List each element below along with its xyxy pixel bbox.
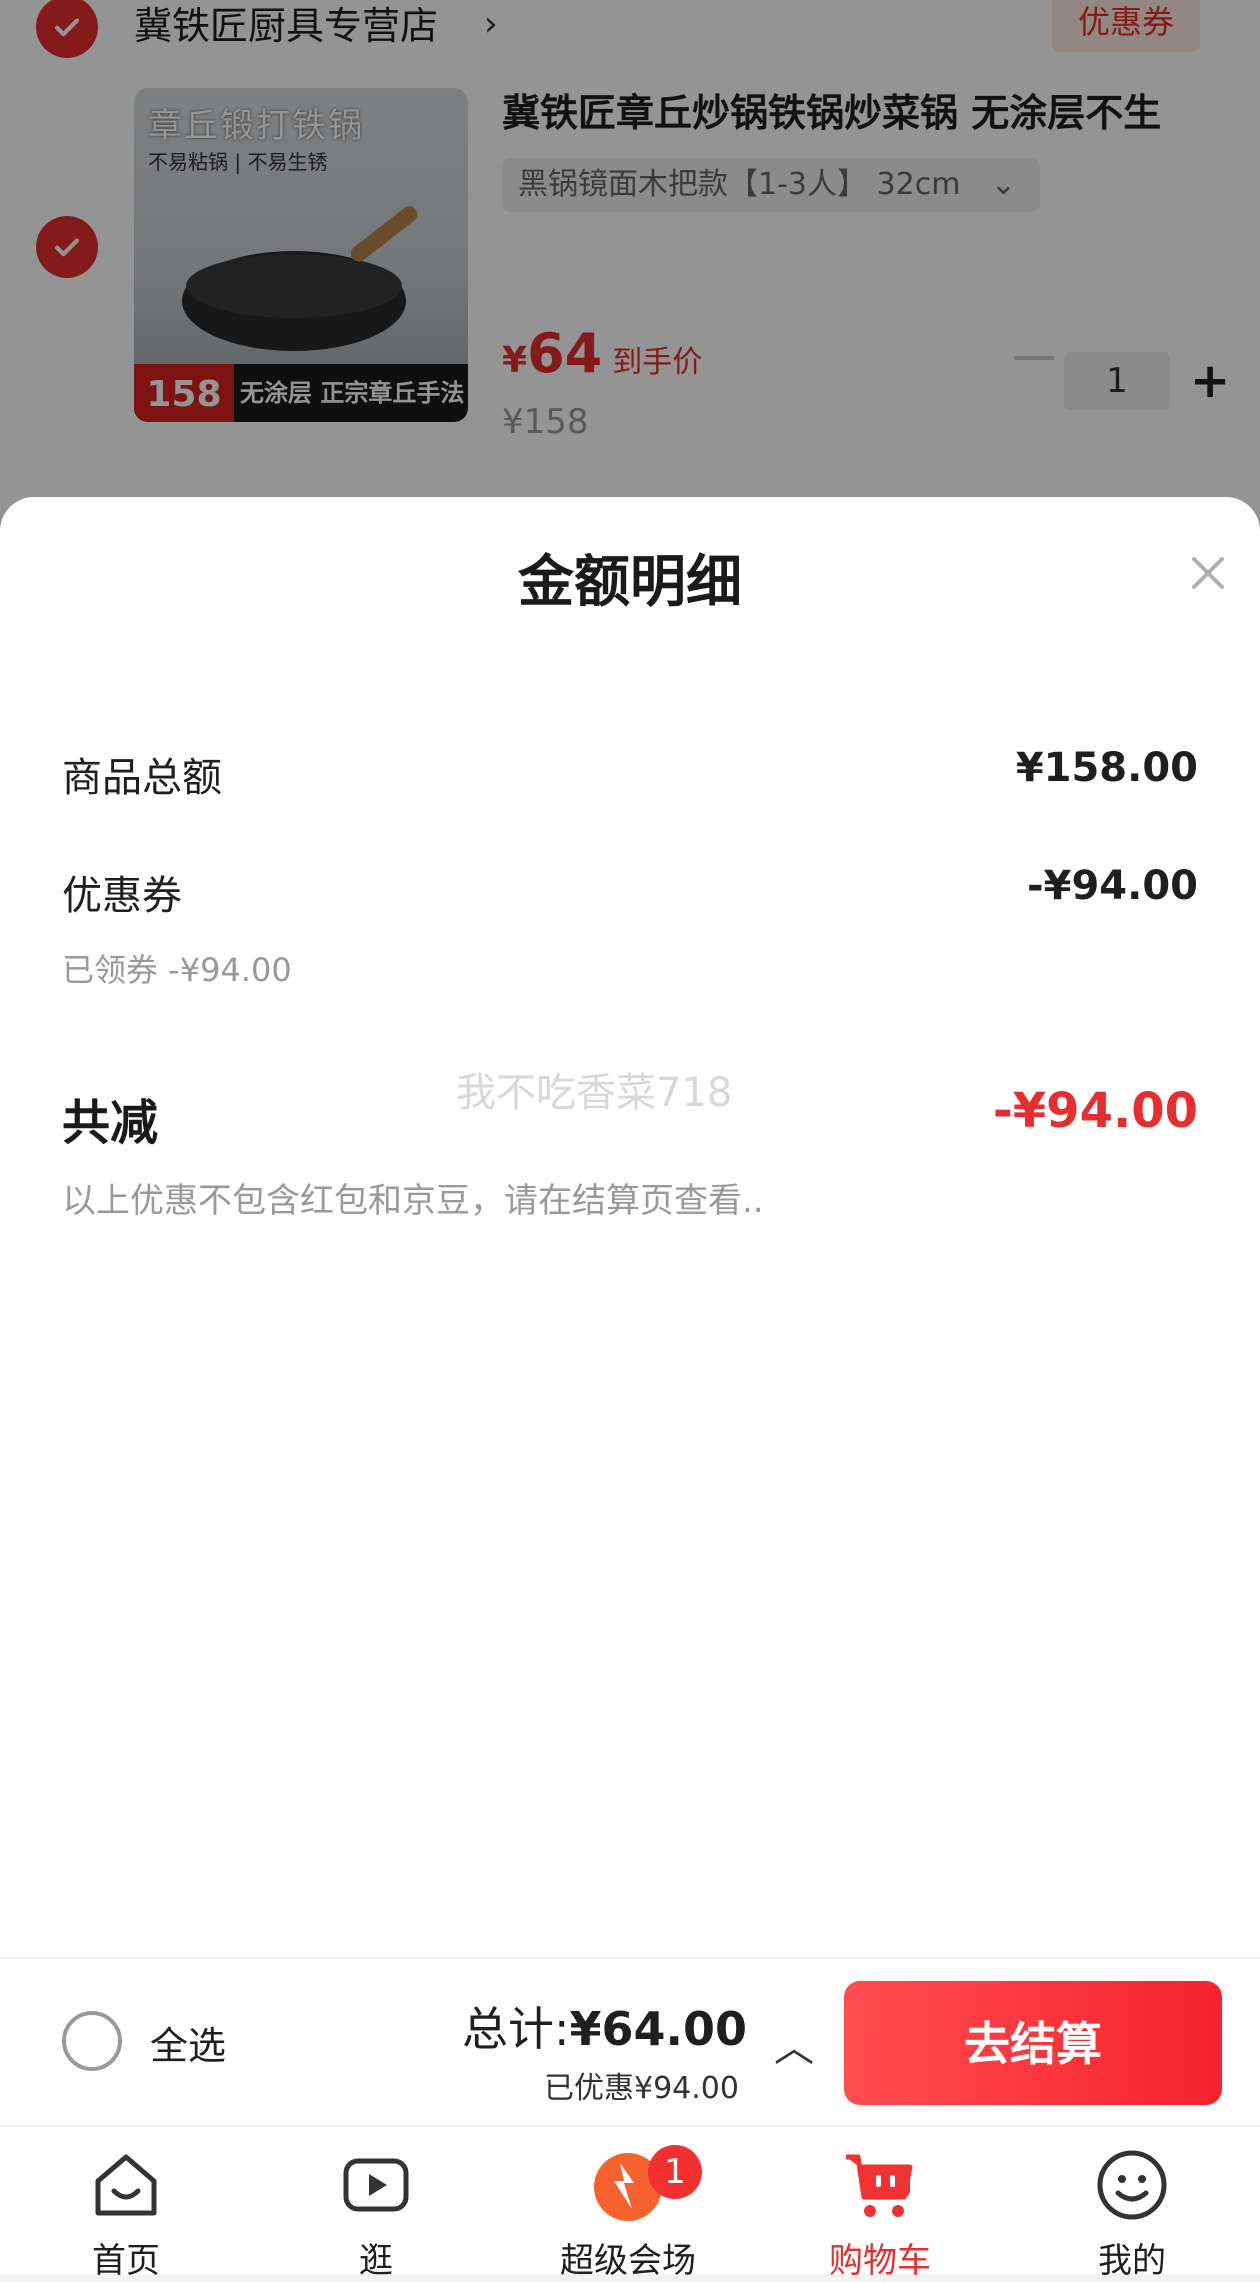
notification-badge: 1 [648,2145,702,2199]
saved-amount: 已优惠¥94.00 [544,2071,739,2106]
chevron-up-icon[interactable]: ︿ [774,2015,814,2073]
checkout-button[interactable]: 去结算 [844,1981,1222,2105]
nav-item-super-venue[interactable]: 1 超级会场 [528,2127,728,2281]
price-detail-sheet: 金额明细 商品总额 ¥158.00 优惠券 -¥94.00 已领券 -¥94.0… [0,497,1260,1957]
close-icon[interactable] [1186,551,1230,595]
discount-disclaimer: 以上优惠不包含红包和京豆，请在结算页查看.. [62,1181,764,1221]
cart-icon [846,2154,913,2217]
total-prefix: 总计: [462,2002,570,2056]
total-off-value: -¥94.00 [992,1083,1198,1139]
nav-item-cart[interactable]: 购物车 [780,2127,980,2281]
nav-label-browse: 逛 [359,2241,393,2281]
total-off-label: 共减 [62,1095,159,1151]
sheet-title: 金额明细 [518,550,742,615]
nav-label-super-venue: 超级会场 [560,2241,696,2281]
bottom-nav: 首页 逛 1 超级会场 购物车 我的 [0,2125,1260,2281]
goods-total-label: 商品总额 [62,755,222,801]
smiley-face-icon [1097,2150,1167,2220]
goods-total-value: ¥158.00 [1015,745,1198,791]
nav-item-home[interactable]: 首页 [26,2127,226,2281]
watermark-text: 我不吃香菜718 [456,1070,733,1116]
nav-item-browse[interactable]: 逛 [276,2127,476,2281]
coupon-label: 优惠券 [62,873,182,919]
coupon-note: 已领券 -¥94.00 [62,951,292,989]
video-play-icon [343,2158,409,2212]
checkout-bar: 全选 总计:¥64.00 已优惠¥94.00 ︿ 去结算 [0,1957,1260,2127]
total-line: 总计:¥64.00 [462,1993,747,2059]
coupon-value: -¥94.00 [1027,863,1198,909]
select-all-label[interactable]: 全选 [150,2015,226,2070]
total-amount: ¥64.00 [569,2002,748,2056]
home-icon [95,2154,157,2216]
select-all-radio[interactable] [62,2011,122,2071]
nav-label-profile: 我的 [1098,2241,1166,2281]
nav-label-cart: 购物车 [829,2241,931,2281]
nav-label-home: 首页 [92,2241,160,2281]
nav-item-profile[interactable]: 我的 [1032,2127,1232,2281]
